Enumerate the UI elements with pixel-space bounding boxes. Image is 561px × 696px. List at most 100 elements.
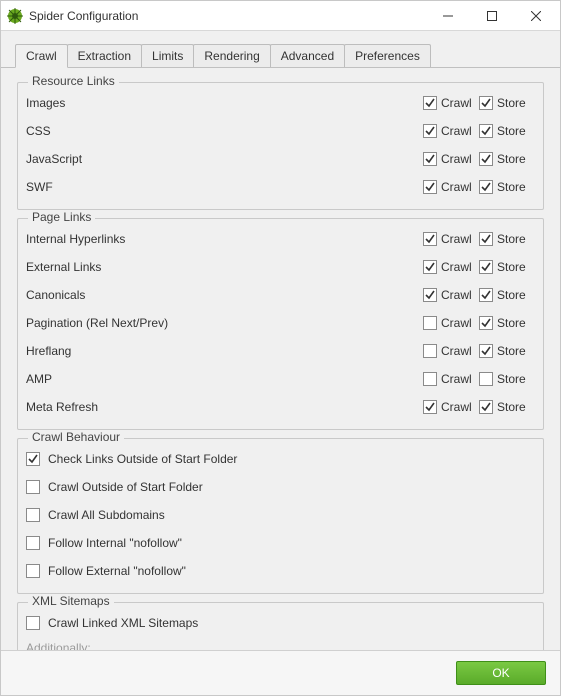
behaviour-option-checkbox[interactable]: [26, 564, 40, 578]
resource-link-label: Images: [26, 96, 423, 110]
page-link-row: External LinksCrawlStore: [26, 253, 535, 281]
store-checkbox[interactable]: [479, 260, 493, 274]
group-legend: Page Links: [28, 210, 95, 224]
crawl-checkbox[interactable]: [423, 152, 437, 166]
tab-limits[interactable]: Limits: [141, 44, 194, 67]
crawl-checkbox[interactable]: [423, 180, 437, 194]
crawl-checkbox[interactable]: [423, 344, 437, 358]
behaviour-option-checkbox[interactable]: [26, 508, 40, 522]
store-checkbox[interactable]: [479, 316, 493, 330]
store-label: Store: [497, 288, 526, 302]
page-link-row: AMPCrawlStore: [26, 365, 535, 393]
crawl-label: Crawl: [441, 232, 472, 246]
crawl-label: Crawl: [441, 152, 472, 166]
store-option: Store: [479, 180, 535, 194]
page-link-label: Pagination (Rel Next/Prev): [26, 316, 423, 330]
title-bar: Spider Configuration: [1, 1, 560, 31]
store-label: Store: [497, 344, 526, 358]
store-checkbox[interactable]: [479, 180, 493, 194]
resource-link-row: CSSCrawlStore: [26, 117, 535, 145]
page-link-row: HreflangCrawl Store: [26, 337, 535, 365]
crawl-option: Crawl: [423, 344, 479, 358]
behaviour-option-label: Crawl Outside of Start Folder: [48, 480, 203, 494]
crawl-checkbox[interactable]: [423, 96, 437, 110]
crawl-option: Crawl: [423, 372, 479, 386]
resource-link-label: JavaScript: [26, 152, 423, 166]
resource-link-label: SWF: [26, 180, 423, 194]
ok-button[interactable]: OK: [456, 661, 546, 685]
page-link-row: Meta RefreshCrawlStore: [26, 393, 535, 421]
page-link-label: Internal Hyperlinks: [26, 232, 423, 246]
config-scroll-area[interactable]: Resource Links ImagesCrawlStoreCSSCrawlS…: [1, 68, 560, 650]
store-checkbox[interactable]: [479, 372, 493, 386]
behaviour-option-label: Check Links Outside of Start Folder: [48, 452, 237, 466]
tab-crawl[interactable]: Crawl: [15, 44, 68, 68]
store-option: Store: [479, 400, 535, 414]
behaviour-option-row: Crawl Outside of Start Folder: [26, 473, 535, 501]
store-checkbox[interactable]: [479, 96, 493, 110]
behaviour-option-checkbox[interactable]: [26, 452, 40, 466]
crawl-option: Crawl: [423, 180, 479, 194]
resource-link-row: ImagesCrawlStore: [26, 89, 535, 117]
store-checkbox[interactable]: [479, 288, 493, 302]
crawl-checkbox[interactable]: [423, 372, 437, 386]
crawl-label: Crawl: [441, 372, 472, 386]
crawl-checkbox[interactable]: [423, 232, 437, 246]
sitemap-option-checkbox[interactable]: [26, 616, 40, 630]
page-link-label: Canonicals: [26, 288, 423, 302]
behaviour-option-label: Crawl All Subdomains: [48, 508, 165, 522]
crawl-checkbox[interactable]: [423, 288, 437, 302]
store-label: Store: [497, 260, 526, 274]
store-checkbox[interactable]: [479, 344, 493, 358]
behaviour-option-label: Follow External "nofollow": [48, 564, 186, 578]
tab-preferences[interactable]: Preferences: [344, 44, 431, 67]
store-label: Store: [497, 372, 526, 386]
sitemap-option-label: Crawl Linked XML Sitemaps: [48, 616, 198, 630]
group-resource-links: Resource Links ImagesCrawlStoreCSSCrawlS…: [17, 82, 544, 210]
store-label: Store: [497, 316, 526, 330]
crawl-label: Crawl: [441, 180, 472, 194]
store-checkbox[interactable]: [479, 400, 493, 414]
group-crawl-behaviour: Crawl Behaviour Check Links Outside of S…: [17, 438, 544, 594]
behaviour-option-label: Follow Internal "nofollow": [48, 536, 182, 550]
crawl-checkbox[interactable]: [423, 260, 437, 274]
crawl-option: Crawl: [423, 288, 479, 302]
behaviour-option-checkbox[interactable]: [26, 480, 40, 494]
store-option: Store: [479, 316, 535, 330]
store-option: Store: [479, 260, 535, 274]
store-label: Store: [497, 124, 526, 138]
crawl-label: Crawl: [441, 400, 472, 414]
crawl-label: Crawl: [441, 288, 472, 302]
store-option: Store: [479, 96, 535, 110]
store-option: Store: [479, 124, 535, 138]
group-legend: XML Sitemaps: [28, 594, 114, 608]
store-option: Store: [479, 344, 535, 358]
maximize-button[interactable]: [470, 2, 514, 30]
minimize-button[interactable]: [426, 2, 470, 30]
crawl-option: Crawl: [423, 232, 479, 246]
resource-link-row: JavaScript Crawl Store: [26, 145, 535, 173]
tab-extraction[interactable]: Extraction: [67, 44, 142, 67]
crawl-label: Crawl: [441, 260, 472, 274]
tab-rendering[interactable]: Rendering: [193, 44, 270, 67]
crawl-checkbox[interactable]: [423, 400, 437, 414]
resource-link-row: SWF Crawl Store: [26, 173, 535, 201]
ok-button-label: OK: [492, 666, 509, 680]
sitemap-option-row: Crawl Linked XML Sitemaps: [26, 609, 535, 637]
store-option: Store: [479, 152, 535, 166]
store-checkbox[interactable]: [479, 124, 493, 138]
resource-link-label: CSS: [26, 124, 423, 138]
crawl-option: Crawl: [423, 260, 479, 274]
close-button[interactable]: [514, 2, 558, 30]
crawl-option: Crawl: [423, 400, 479, 414]
store-checkbox[interactable]: [479, 232, 493, 246]
crawl-checkbox[interactable]: [423, 316, 437, 330]
page-link-row: Pagination (Rel Next/Prev)CrawlStore: [26, 309, 535, 337]
tab-advanced[interactable]: Advanced: [270, 44, 345, 67]
behaviour-option-checkbox[interactable]: [26, 536, 40, 550]
store-label: Store: [497, 400, 526, 414]
page-link-label: Hreflang: [26, 344, 423, 358]
store-checkbox[interactable]: [479, 152, 493, 166]
crawl-option: Crawl: [423, 152, 479, 166]
crawl-checkbox[interactable]: [423, 124, 437, 138]
